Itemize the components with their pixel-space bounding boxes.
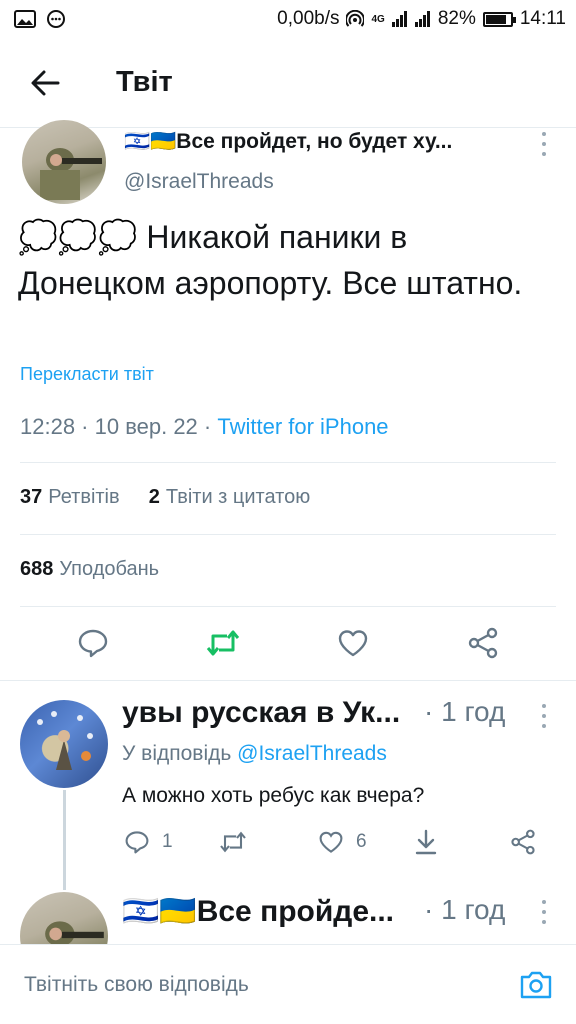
reply-icon bbox=[125, 831, 149, 854]
battery-icon bbox=[482, 11, 516, 27]
network-type: 4G bbox=[371, 13, 385, 25]
arrow-left-icon bbox=[31, 70, 60, 95]
author-avatar[interactable] bbox=[22, 120, 106, 204]
page-title: Твіт bbox=[116, 66, 173, 98]
download-icon bbox=[415, 829, 437, 855]
clock: 14:11 bbox=[519, 8, 566, 29]
tweet-more-menu[interactable] bbox=[534, 132, 554, 156]
reply-text: А можно хоть ребус как вчера? bbox=[122, 784, 425, 807]
messenger-notification-icon bbox=[47, 10, 65, 28]
likes-stats[interactable]: 688 Уподобань bbox=[20, 558, 159, 581]
share-icon bbox=[511, 829, 535, 855]
camera-icon bbox=[520, 971, 552, 998]
tweet-meta: 12:28 · 10 вер. 22 · Twitter for iPhone bbox=[20, 414, 389, 440]
reply-download-button[interactable] bbox=[414, 826, 438, 858]
reply-input[interactable] bbox=[24, 972, 464, 997]
retweet-icon bbox=[220, 831, 246, 853]
doll-photo-icon bbox=[37, 711, 93, 770]
retweet-button[interactable] bbox=[201, 621, 245, 665]
tweet-time-date: 12:28 · 10 вер. 22 · bbox=[20, 414, 218, 439]
signal-2-icon bbox=[414, 11, 430, 27]
retweets-label: Ретвітів bbox=[48, 486, 120, 508]
retweets-count: 37 bbox=[20, 486, 43, 508]
heart-icon bbox=[319, 831, 343, 853]
soldier-photo-icon bbox=[40, 148, 102, 200]
retweet-icon bbox=[206, 630, 240, 656]
reply-more-menu[interactable] bbox=[534, 704, 554, 728]
next-reply-author-name[interactable]: 🇮🇱🇺🇦Все пройде... bbox=[122, 894, 422, 929]
thread-line bbox=[63, 790, 66, 890]
hotspot-icon bbox=[346, 10, 365, 27]
next-reply-more-menu[interactable] bbox=[534, 900, 554, 924]
reply-to-line: У відповідь @IsraelThreads bbox=[122, 742, 387, 766]
reply-reply-button[interactable]: 1 bbox=[124, 826, 173, 858]
share-icon bbox=[468, 627, 498, 659]
reply-composer bbox=[0, 944, 576, 1024]
retweet-stats[interactable]: 37 Ретвітів 2 Твіти з цитатою bbox=[20, 486, 310, 509]
divider bbox=[20, 534, 556, 535]
next-reply-time: · 1 год bbox=[424, 894, 506, 925]
tweet-actions bbox=[0, 610, 576, 676]
like-button[interactable] bbox=[331, 621, 375, 665]
reply-button[interactable] bbox=[71, 621, 115, 665]
gallery-notification-icon bbox=[14, 10, 36, 28]
tweet-author-handle[interactable]: @IsraelThreads bbox=[124, 170, 274, 194]
divider bbox=[0, 680, 576, 681]
heart-icon bbox=[338, 630, 368, 657]
quotes-count: 2 bbox=[148, 486, 160, 508]
reply-share-button[interactable] bbox=[510, 826, 536, 858]
divider bbox=[20, 462, 556, 463]
signal-icon bbox=[391, 11, 407, 27]
status-bar: 0,00b/s 4G 82% 14:11 bbox=[0, 0, 576, 38]
reply-like-button[interactable]: 6 bbox=[318, 826, 367, 858]
back-button[interactable] bbox=[0, 38, 90, 128]
tweet-author-name[interactable]: 🇮🇱🇺🇦Все пройдет, но будет ху... bbox=[124, 130, 494, 154]
reply-to-handle[interactable]: @IsraelThreads bbox=[237, 742, 387, 765]
reply-icon bbox=[78, 629, 108, 658]
net-speed: 0,00b/s bbox=[277, 8, 340, 29]
translate-tweet-link[interactable]: Перекласти твіт bbox=[20, 364, 154, 385]
likes-label: Уподобань bbox=[59, 558, 160, 580]
reply-reply-count: 1 bbox=[162, 831, 173, 852]
reply-author-name[interactable]: увы русская в Ук... bbox=[122, 696, 422, 730]
battery-percent: 82% bbox=[437, 8, 476, 29]
reply-to-label: У відповідь bbox=[122, 742, 238, 765]
reply-author-avatar[interactable] bbox=[20, 700, 108, 788]
add-photo-button[interactable] bbox=[518, 967, 554, 1003]
tweet-text: 💭💭💭 Никакой паники в Донецком аэропорту.… bbox=[18, 219, 523, 301]
reply-retweet-button[interactable] bbox=[218, 826, 248, 858]
reply-time: · 1 год bbox=[424, 696, 506, 727]
share-button[interactable] bbox=[461, 621, 505, 665]
likes-count: 688 bbox=[20, 558, 54, 580]
quotes-label: Твіти з цитатою bbox=[165, 486, 311, 508]
tweet-source-link[interactable]: Twitter for iPhone bbox=[217, 414, 388, 439]
app-header: Твіт bbox=[0, 38, 576, 128]
reply-like-count: 6 bbox=[356, 831, 367, 852]
divider bbox=[20, 606, 556, 607]
